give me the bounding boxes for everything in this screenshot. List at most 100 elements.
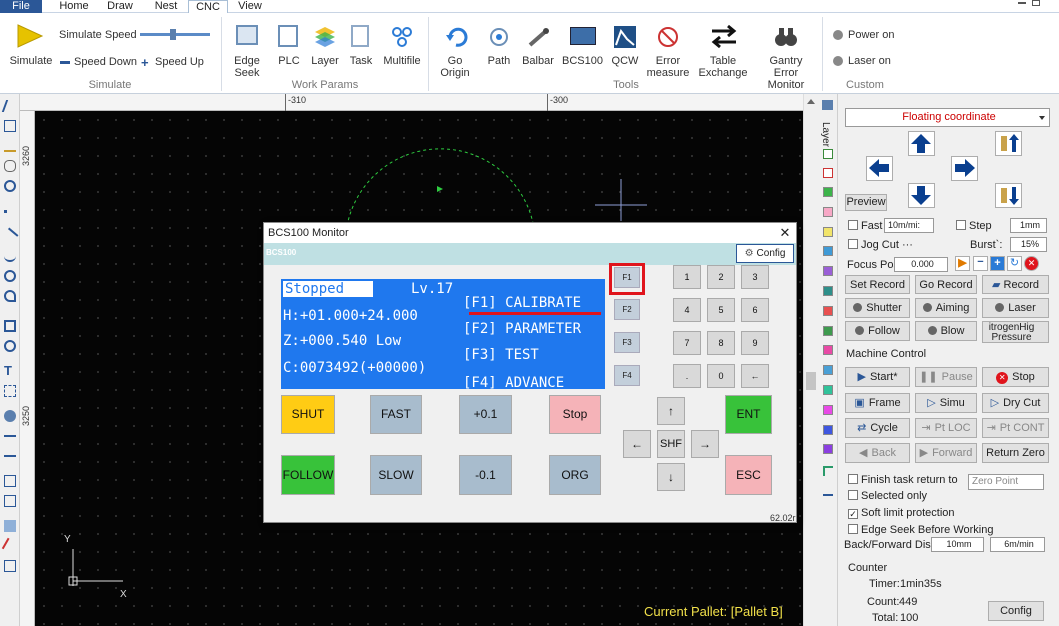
numpad-key[interactable]: 5 (707, 298, 735, 322)
layer-swatch[interactable] (823, 305, 833, 316)
star-tool-icon[interactable] (4, 410, 16, 422)
numpad-key[interactable]: . (673, 364, 701, 388)
layer-swatch[interactable] (823, 206, 833, 217)
numpad-key[interactable]: 6 (741, 298, 769, 322)
pt-cont-button[interactable]: ⇥ Pt CONT (982, 418, 1049, 438)
config-button[interactable]: ⚙ Config (736, 244, 794, 263)
ent-key[interactable]: ENT (725, 395, 772, 434)
menu-view[interactable]: View (232, 0, 268, 13)
layer-swatch[interactable] (823, 286, 833, 296)
selected-only-check-box[interactable] (848, 490, 858, 500)
jog-cut-checkbox[interactable]: Jog Cut ··· (848, 239, 913, 251)
focus-pos-input[interactable]: 0.000 (894, 257, 948, 272)
jog-right-button[interactable] (951, 156, 978, 181)
layer-swatch[interactable] (823, 444, 833, 455)
f4-key[interactable]: F4 (614, 365, 640, 386)
scroll-up-icon[interactable] (807, 99, 815, 104)
stop-key[interactable]: Stop (549, 395, 601, 434)
go-origin-button[interactable]: Go Origin (436, 23, 474, 79)
menu-home[interactable]: Home (52, 0, 96, 13)
magic-tool-icon[interactable] (1, 537, 19, 555)
qcw-button[interactable]: QCW (610, 23, 640, 79)
fast-checkbox[interactable]: Fast (848, 220, 882, 232)
shf-key[interactable]: SHF (657, 430, 685, 458)
minus-key[interactable]: -0.1 (459, 455, 512, 495)
fast-check-box[interactable] (848, 220, 858, 230)
focus-clear-icon[interactable]: ✕ (1024, 256, 1039, 271)
layer-swatch[interactable] (823, 365, 833, 376)
pressure-dropdown[interactable]: itrogenHig Pressure (982, 321, 1049, 343)
edge-seek-check-box[interactable] (848, 524, 858, 534)
layer-swatch[interactable] (823, 385, 833, 395)
menu-file[interactable]: File (0, 0, 42, 13)
layer-swatch[interactable] (823, 345, 833, 356)
focus-plus-icon[interactable]: + (990, 256, 1005, 271)
burst-select[interactable]: 15% (1010, 237, 1047, 252)
numpad-key[interactable]: 2 (707, 265, 735, 289)
jog-up-button[interactable] (908, 131, 935, 156)
layer-swatch[interactable] (823, 325, 833, 336)
set-record-button[interactable]: Set Record (845, 275, 910, 294)
pan-tool-icon[interactable] (4, 160, 16, 172)
stop-button[interactable]: ✕ Stop (982, 367, 1049, 387)
numpad-key[interactable]: 3 (741, 265, 769, 289)
error-measure-button[interactable]: Error measure (646, 23, 690, 79)
coordinate-select[interactable]: Floating coordinate (845, 108, 1050, 127)
laser-button[interactable]: Laser (982, 298, 1049, 318)
zoom-tool-icon[interactable] (4, 180, 16, 192)
start-button[interactable]: ▶ Start* (845, 367, 910, 387)
finish-task-checkbox[interactable]: Finish task return to (848, 474, 958, 486)
cycle-button[interactable]: ⇄ Cycle (845, 418, 910, 438)
text-tool-icon[interactable]: T (4, 364, 16, 377)
layer-swatch[interactable] (823, 187, 833, 197)
maximize-icon[interactable] (1032, 0, 1040, 6)
plc-button[interactable]: PLC (274, 23, 304, 79)
pt-loc-button[interactable]: ⇥ Pt LOC (915, 418, 977, 438)
circle-tool-icon[interactable] (4, 270, 16, 282)
bcs100-button[interactable]: BCS100 (562, 23, 603, 79)
layer-check-icon[interactable] (823, 149, 833, 159)
selected-only-checkbox[interactable]: Selected only (848, 490, 927, 502)
step-select[interactable]: 1mm (1010, 218, 1047, 233)
layer-swatch[interactable] (823, 226, 833, 237)
focus-refresh-icon[interactable]: ↻ (1007, 256, 1022, 271)
layer-swatch[interactable] (823, 404, 833, 415)
layer-t-icon[interactable] (823, 466, 833, 476)
shutter-button[interactable]: Shutter (845, 298, 910, 318)
follow-button[interactable]: Follow (845, 321, 910, 341)
arc-tool-icon[interactable] (4, 290, 16, 302)
canvas-vscroll[interactable] (803, 94, 817, 626)
path-button[interactable]: Path (484, 23, 514, 79)
frame-tool-icon[interactable] (4, 385, 16, 397)
jog-down-button[interactable] (908, 183, 935, 208)
back-button[interactable]: ◀ Back (845, 443, 910, 463)
layer-tab-icon[interactable] (822, 100, 833, 110)
slow-key[interactable]: SLOW (370, 455, 422, 495)
focus-minus-icon[interactable]: − (973, 256, 988, 271)
multifile-button[interactable]: Multifile (382, 23, 422, 79)
go-record-button[interactable]: Go Record (915, 275, 977, 294)
fast-key[interactable]: FAST (370, 395, 422, 434)
numpad-key[interactable]: 1 (673, 265, 701, 289)
jog-cut-check-box[interactable] (848, 239, 858, 249)
step-checkbox[interactable]: Step (956, 220, 992, 232)
return-zero-button[interactable]: Return Zero (982, 443, 1049, 463)
window-controls[interactable] (1018, 0, 1052, 6)
lead-tool-icon[interactable] (4, 435, 16, 447)
zero-point-select[interactable]: Zero Point (968, 474, 1044, 490)
forward-button[interactable]: ▶ Forward (915, 443, 977, 463)
ballbar-button[interactable]: Balbar (520, 23, 556, 79)
layer-button[interactable]: Layer (309, 23, 341, 79)
f3-key[interactable]: F3 (614, 332, 640, 353)
frame-button[interactable]: ▣ Frame (845, 393, 910, 413)
soft-limit-checkbox[interactable]: ✓ Soft limit protection (848, 507, 955, 519)
follow-key[interactable]: FOLLOW (281, 455, 335, 495)
polyline-tool-icon[interactable] (4, 250, 16, 262)
simulate-button[interactable]: Simulate (8, 23, 54, 79)
simulate-speed-slider[interactable] (140, 29, 210, 40)
focus-go-icon[interactable]: ▶ (955, 256, 970, 271)
scroll-thumb[interactable] (806, 372, 816, 390)
table-exchange-button[interactable]: Table Exchange (698, 23, 748, 79)
counter-config-button[interactable]: Config (988, 601, 1044, 621)
layer-swatch[interactable] (823, 266, 833, 277)
